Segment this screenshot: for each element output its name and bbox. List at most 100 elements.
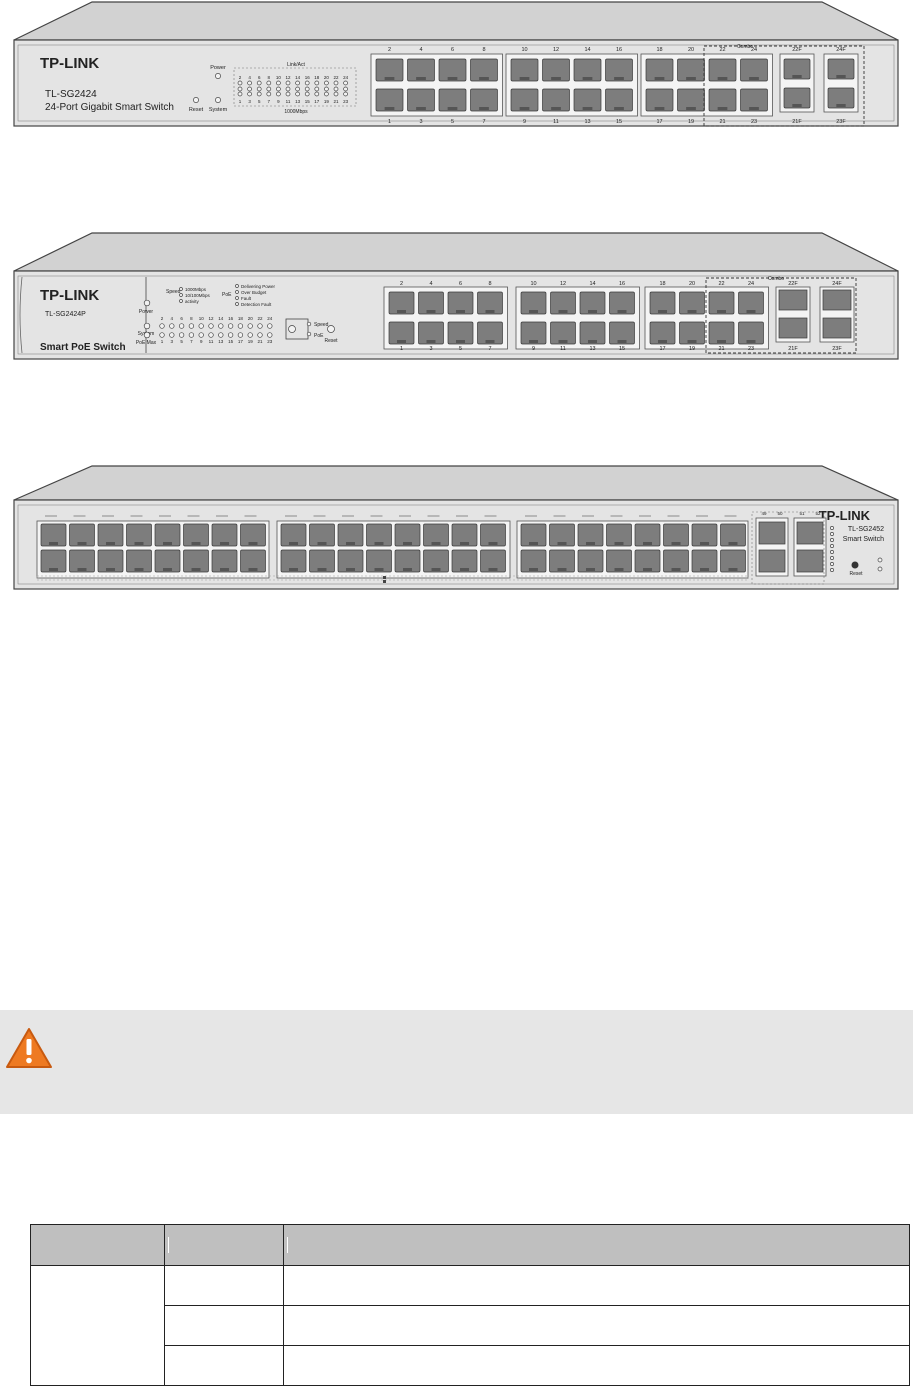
status-led xyxy=(247,323,253,329)
port-number: 21 xyxy=(718,346,724,352)
speed-legend-item: 10/100Mbps xyxy=(185,293,211,298)
status-led xyxy=(178,323,185,329)
port-clip xyxy=(485,340,495,343)
led-number: 15 xyxy=(228,339,234,344)
speed-label: Speed xyxy=(166,289,181,295)
port-number: 9 xyxy=(532,346,535,352)
port-number: 17 xyxy=(659,346,665,352)
port-number: 13 xyxy=(589,346,595,352)
port-clip xyxy=(519,107,530,110)
status-led xyxy=(314,91,320,97)
port-clip xyxy=(134,568,144,571)
status-led xyxy=(295,86,300,92)
status-led xyxy=(215,73,221,79)
port-number: 20 xyxy=(689,281,695,287)
port-clip xyxy=(551,77,561,80)
status-led xyxy=(143,299,151,307)
port-number: 4 xyxy=(429,281,432,287)
status-led xyxy=(333,91,339,97)
port-number: 16 xyxy=(619,281,625,287)
status-led xyxy=(830,544,834,548)
port-clip xyxy=(220,542,229,545)
port-clip xyxy=(374,568,384,571)
combo-label: Combo xyxy=(737,44,753,50)
port-clip xyxy=(447,107,458,110)
port-clip xyxy=(836,104,846,107)
status-led xyxy=(304,80,310,86)
port-clip xyxy=(485,310,495,313)
port-clip xyxy=(191,542,201,545)
port-number: 19 xyxy=(689,346,695,352)
status-led xyxy=(285,91,291,97)
status-led xyxy=(327,325,335,333)
port-clip xyxy=(384,77,395,80)
sg2424p-top-face xyxy=(13,232,899,272)
port-clip xyxy=(717,107,728,110)
port-clip xyxy=(460,568,469,571)
port-clip xyxy=(728,568,738,571)
port-clip xyxy=(643,568,652,571)
port-number: 23 xyxy=(751,119,757,125)
port-clip xyxy=(479,77,489,80)
sfp-slot xyxy=(778,289,808,311)
poe-legend-item: Over Budget xyxy=(241,290,267,295)
status-led xyxy=(295,91,300,97)
sfp-number: 23F xyxy=(832,346,842,352)
led-number: 20 xyxy=(324,75,330,80)
port-number: 8 xyxy=(488,281,491,287)
status-led xyxy=(257,332,263,338)
led-number: 23 xyxy=(343,99,349,104)
port-number: 1 xyxy=(388,119,391,125)
port-clip xyxy=(658,310,667,313)
port-number: 7 xyxy=(488,346,491,352)
port-clip xyxy=(346,568,355,571)
led-number: 20 xyxy=(248,316,254,321)
speed-label: 1000Mbps xyxy=(284,109,308,115)
port-clip xyxy=(384,107,395,110)
port-number: 6 xyxy=(459,281,462,287)
port-clip xyxy=(617,340,627,343)
warning-note xyxy=(0,1010,913,1114)
status-led xyxy=(247,80,252,86)
sfp-slot xyxy=(796,549,824,573)
status-led xyxy=(830,550,834,554)
port-clip xyxy=(479,107,489,110)
led-number: 23 xyxy=(267,339,273,344)
status-led xyxy=(276,80,281,86)
port-clip xyxy=(403,568,412,571)
spec-table xyxy=(30,1224,910,1386)
port-number: 2 xyxy=(400,281,403,287)
port-clip xyxy=(431,542,441,545)
port-clip xyxy=(134,542,144,545)
port-clip xyxy=(488,568,498,571)
status-led xyxy=(247,91,252,97)
port-number: 11 xyxy=(560,346,566,352)
port-number: 15 xyxy=(616,119,622,125)
status-led xyxy=(159,323,165,329)
table-header-cell xyxy=(30,1224,165,1266)
sfp-slot xyxy=(796,521,824,545)
status-led xyxy=(179,287,183,291)
status-led xyxy=(324,86,329,92)
port-clip xyxy=(248,542,258,545)
sfp-slot xyxy=(822,317,852,339)
sfp-number: 24F xyxy=(832,281,842,287)
port-clip xyxy=(557,542,567,545)
led-number: 19 xyxy=(324,99,330,104)
table-header-cell xyxy=(283,1224,910,1266)
port-clip xyxy=(558,310,568,313)
port-clip xyxy=(614,77,624,80)
status-led xyxy=(288,325,296,333)
port-clip xyxy=(416,77,426,80)
sfp-slot xyxy=(758,521,786,545)
status-led xyxy=(267,332,273,338)
port-clip xyxy=(191,568,201,571)
port-clip xyxy=(588,340,597,343)
port-clip xyxy=(397,340,406,343)
brand-logo: TP-LINK xyxy=(40,287,99,304)
reset-label: Reset xyxy=(324,338,338,344)
port-clip xyxy=(687,340,697,343)
table-cell xyxy=(164,1305,284,1346)
port-clip xyxy=(558,340,568,343)
led-number: 10 xyxy=(199,316,205,321)
